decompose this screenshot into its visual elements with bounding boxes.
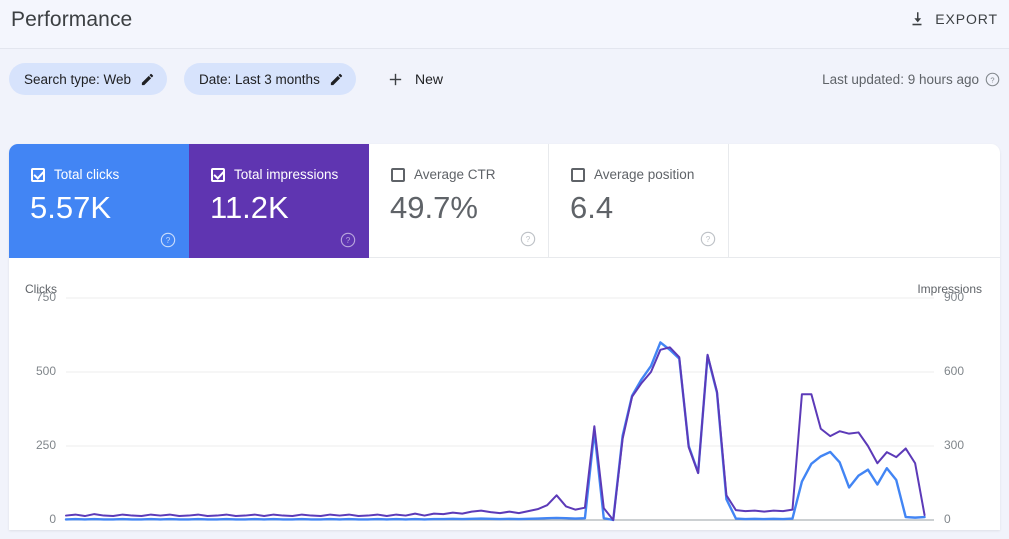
chart-plot-svg	[64, 297, 934, 522]
help-circle-icon[interactable]: ?	[340, 232, 356, 248]
metric-value: 49.7%	[390, 190, 478, 225]
new-filter-label: New	[415, 71, 444, 87]
svg-text:?: ?	[990, 75, 994, 84]
chart-line-impressions	[65, 346, 926, 521]
metric-name: Total impressions	[234, 167, 339, 182]
left-axis-tick: 250	[35, 438, 56, 452]
checkbox-total-clicks[interactable]	[31, 167, 45, 182]
left-axis-tick: 0	[49, 512, 56, 526]
svg-text:?: ?	[526, 235, 531, 244]
metric-card-header: Average CTR	[391, 167, 496, 182]
right-axis-tick: 900	[944, 290, 965, 304]
metric-card-header: Average position	[571, 167, 694, 182]
performance-page: Performance EXPORT Search type: Web Date…	[0, 0, 1009, 539]
svg-text:?: ?	[346, 236, 351, 245]
left-axis-tick: 500	[35, 364, 56, 378]
chart-line-clicks	[64, 341, 926, 522]
metric-value: 6.4	[570, 190, 614, 225]
metric-cards-spacer	[729, 144, 1000, 258]
checkbox-total-impressions[interactable]	[211, 167, 225, 182]
filter-chip-date[interactable]: Date: Last 3 months	[184, 63, 356, 95]
filter-bar: Search type: Web Date: Last 3 months New…	[0, 49, 1009, 112]
help-circle-icon[interactable]: ?	[985, 72, 1000, 87]
metric-value: 11.2K	[210, 190, 289, 225]
pencil-icon	[140, 72, 155, 87]
right-axis-tick: 300	[944, 438, 965, 452]
left-axis-tick: 750	[35, 290, 56, 304]
pencil-icon	[329, 72, 344, 87]
performance-panel: Total clicks 5.57K ? Total impressions 1…	[9, 144, 1000, 530]
last-updated: Last updated: 9 hours ago ?	[822, 63, 1000, 95]
help-circle-icon[interactable]: ?	[700, 231, 716, 247]
metric-card-header: Total impressions	[211, 167, 338, 182]
checkbox-average-ctr[interactable]	[391, 167, 405, 182]
metric-value: 5.57K	[30, 190, 112, 225]
plus-icon	[387, 71, 404, 88]
download-icon	[908, 10, 926, 28]
right-axis-tick: 0	[944, 512, 951, 526]
metric-card-header: Total clicks	[31, 167, 119, 182]
metric-name: Average position	[594, 167, 695, 182]
page-header: Performance EXPORT	[0, 0, 1009, 49]
checkbox-average-position[interactable]	[571, 167, 585, 182]
new-filter-button[interactable]: New	[383, 63, 447, 95]
export-button[interactable]: EXPORT	[906, 4, 1000, 34]
export-label: EXPORT	[935, 11, 998, 27]
filter-chip-search-type-label: Search type: Web	[24, 71, 132, 87]
metric-card-average-position[interactable]: Average position 6.4 ?	[549, 144, 729, 258]
filter-chip-date-label: Date: Last 3 months	[199, 71, 320, 87]
metric-card-total-clicks[interactable]: Total clicks 5.57K ?	[9, 144, 189, 258]
filter-chip-search-type[interactable]: Search type: Web	[9, 63, 168, 95]
last-updated-text: Last updated: 9 hours ago	[822, 71, 979, 87]
help-circle-icon[interactable]: ?	[160, 232, 176, 248]
metric-name: Total clicks	[54, 167, 120, 182]
svg-text:?: ?	[706, 235, 711, 244]
metric-card-average-ctr[interactable]: Average CTR 49.7% ?	[369, 144, 549, 258]
help-circle-icon[interactable]: ?	[520, 231, 536, 247]
right-axis-tick: 600	[944, 364, 965, 378]
svg-text:?: ?	[166, 236, 171, 245]
page-title: Performance	[11, 8, 133, 31]
metric-name: Average CTR	[414, 167, 496, 182]
performance-chart: Clicks Impressions 025050075003006009005…	[9, 258, 1000, 530]
metric-card-total-impressions[interactable]: Total impressions 11.2K ?	[189, 144, 369, 258]
metric-cards: Total clicks 5.57K ? Total impressions 1…	[9, 144, 1000, 258]
